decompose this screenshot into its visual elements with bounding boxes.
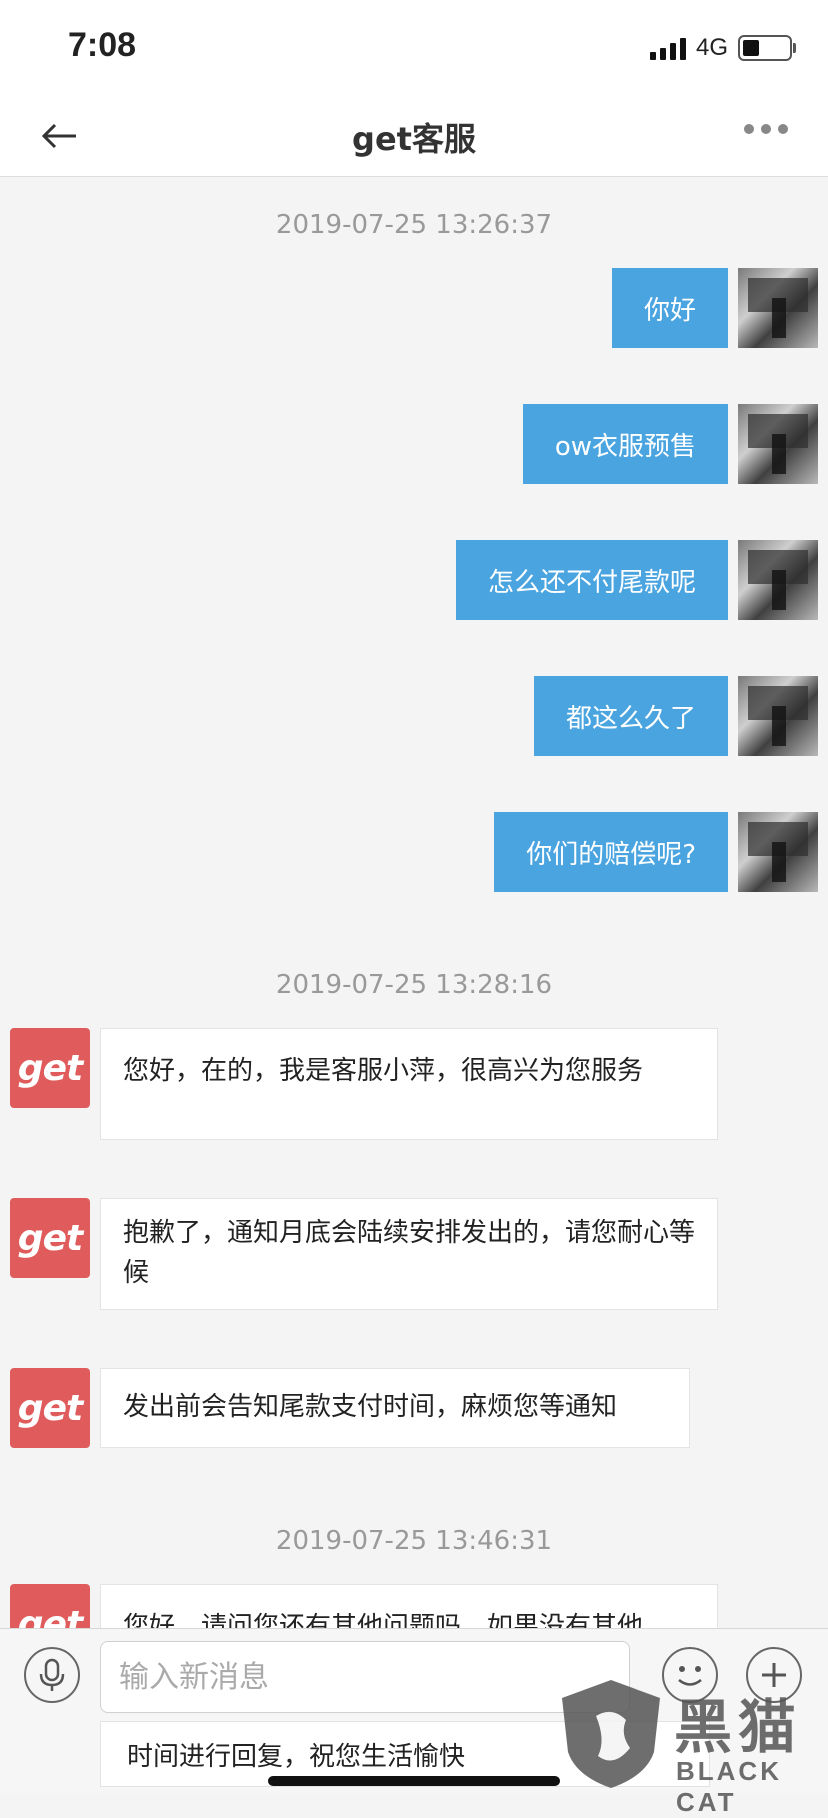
status-bar: 7:08 4G xyxy=(0,0,828,96)
watermark-cn: 黑猫 xyxy=(674,1693,803,1761)
agent-avatar[interactable]: get xyxy=(10,1368,90,1448)
agent-message-row: get 您好，在的，我是客服小萍，很高兴为您服务 xyxy=(10,1028,718,1140)
more-button[interactable] xyxy=(744,124,788,134)
battery-icon xyxy=(738,35,796,61)
watermark-logo: 黑猫 BLACK CAT xyxy=(556,1676,828,1817)
user-message-row: 你好 xyxy=(611,268,818,348)
chat-area[interactable]: 2019-07-25 13:26:37 你好 ow衣服预售 怎么还不付尾款呢 都… xyxy=(0,176,828,1628)
voice-button[interactable] xyxy=(24,1647,80,1703)
user-avatar[interactable] xyxy=(738,540,818,620)
user-message-bubble[interactable]: ow衣服预售 xyxy=(522,404,728,484)
user-message-row: 你们的赔偿呢? xyxy=(494,812,818,892)
page-title: get客服 xyxy=(352,120,476,158)
user-avatar[interactable] xyxy=(738,812,818,892)
agent-message-bubble[interactable]: 抱歉了，通知月底会陆续安排发出的，请您耐心等候 xyxy=(100,1198,718,1310)
user-message-row: 怎么还不付尾款呢 xyxy=(455,540,818,620)
signal-icon xyxy=(649,36,686,60)
user-avatar[interactable] xyxy=(738,404,818,484)
microphone-icon xyxy=(39,1658,65,1691)
status-indicators: 4G xyxy=(649,34,796,62)
agent-message-bubble[interactable]: 发出前会告知尾款支付时间，麻烦您等通知 xyxy=(100,1368,690,1448)
agent-avatar[interactable]: get xyxy=(10,1584,90,1628)
user-avatar[interactable] xyxy=(738,268,818,348)
user-message-row: 都这么久了 xyxy=(533,676,818,756)
watermark-en: BLACK CAT xyxy=(676,1756,782,1817)
user-message-bubble[interactable]: 你好 xyxy=(611,268,728,348)
agent-message-row: get 您好，请问您还有其他问题吗，如果没有其他 xyxy=(10,1584,718,1628)
home-indicator[interactable] xyxy=(268,1776,560,1786)
cat-shield-icon xyxy=(562,1680,660,1788)
agent-message-bubble[interactable]: 您好，请问您还有其他问题吗，如果没有其他 xyxy=(100,1584,718,1628)
agent-message-row: get 发出前会告知尾款支付时间，麻烦您等通知 xyxy=(10,1368,690,1448)
agent-message-bubble[interactable]: 您好，在的，我是客服小萍，很高兴为您服务 xyxy=(100,1028,718,1140)
user-message-bubble[interactable]: 你们的赔偿呢? xyxy=(494,812,728,892)
user-message-bubble[interactable]: 怎么还不付尾款呢 xyxy=(455,540,728,620)
timestamp: 2019-07-25 13:46:31 xyxy=(275,1526,553,1556)
agent-message-row: get 抱歉了，通知月底会陆续安排发出的，请您耐心等候 xyxy=(10,1198,718,1310)
agent-avatar[interactable]: get xyxy=(10,1028,90,1108)
nav-bar: get客服 xyxy=(0,96,828,177)
agent-avatar[interactable]: get xyxy=(10,1198,90,1278)
status-time: 7:08 xyxy=(68,26,137,64)
message-input[interactable] xyxy=(100,1641,630,1713)
user-message-bubble[interactable]: 都这么久了 xyxy=(533,676,728,756)
timestamp: 2019-07-25 13:28:16 xyxy=(275,970,553,1000)
user-avatar[interactable] xyxy=(738,676,818,756)
network-type: 4G xyxy=(695,34,728,61)
more-dots-icon xyxy=(744,124,754,134)
timestamp: 2019-07-25 13:26:37 xyxy=(275,210,553,240)
user-message-row: ow衣服预售 xyxy=(522,404,818,484)
